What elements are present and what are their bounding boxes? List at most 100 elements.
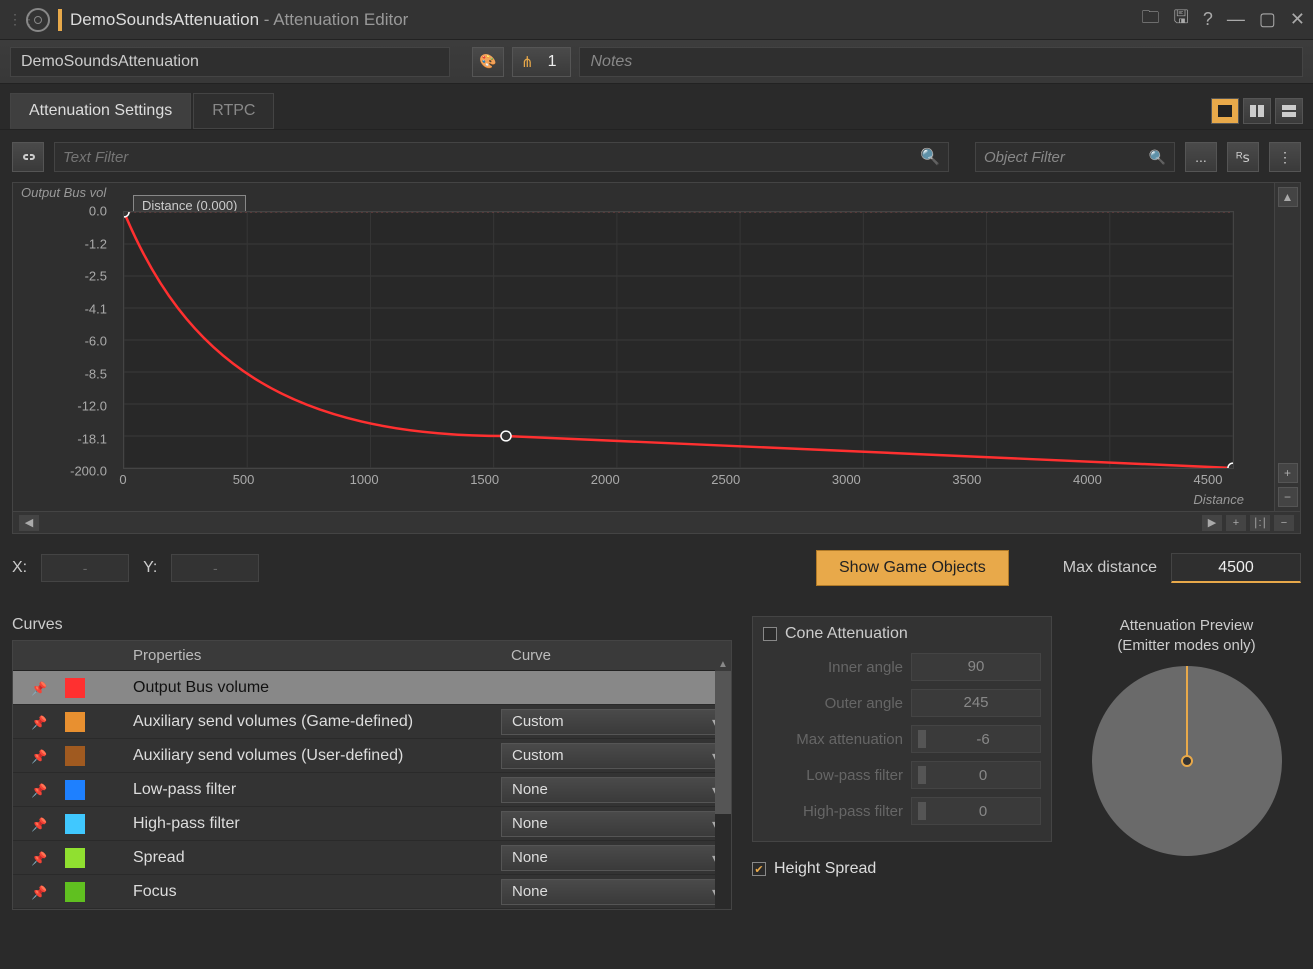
height-spread-checkbox[interactable] [752, 862, 766, 876]
reset-button[interactable]: ᴿꜱ [1227, 142, 1259, 172]
share-count: 1 [542, 53, 563, 71]
table-row[interactable]: 📌Low-pass filterNone [13, 773, 731, 807]
curve-select[interactable]: Custom [501, 709, 727, 735]
property-name: Spread [123, 849, 501, 867]
zoom-out-x-button[interactable]: − [1274, 515, 1294, 531]
table-row[interactable]: 📌Auxiliary send volumes (Game-defined)Cu… [13, 705, 731, 739]
y-tick-label: -2.5 [13, 269, 113, 284]
y-tick-label: -6.0 [13, 334, 113, 349]
notes-field[interactable]: Notes [579, 47, 1303, 77]
pin-icon[interactable]: 📌 [31, 783, 41, 797]
x-tick-label: 500 [233, 472, 255, 487]
table-row[interactable]: 📌 Auxiliary send volumes (User-defined)Cu… [13, 739, 731, 773]
table-row[interactable]: 📌FocusNone [13, 875, 731, 909]
cone-lpf-field[interactable]: 0 [911, 761, 1041, 789]
color-swatch[interactable] [65, 780, 85, 800]
cone-hpf-field[interactable]: 0 [911, 797, 1041, 825]
slider-thumb-icon[interactable] [918, 766, 926, 784]
maximize-icon[interactable]: ▢ [1259, 9, 1276, 30]
color-swatch[interactable] [65, 848, 85, 868]
object-name-field[interactable]: DemoSoundsAttenuation [10, 47, 450, 77]
color-swatch[interactable] [65, 712, 85, 732]
pin-icon[interactable]: 📌 [31, 681, 41, 695]
y-tick-label: 0.0 [13, 204, 113, 219]
color-swatch[interactable] [65, 882, 85, 902]
attenuation-preview-graphic [1087, 661, 1287, 861]
scroll-left-button[interactable]: ◀ [19, 515, 39, 531]
x-tick-label: 2500 [711, 472, 740, 487]
tab-attenuation-settings[interactable]: Attenuation Settings [10, 93, 191, 129]
object-filter[interactable]: Object Filter 🔍 [975, 142, 1175, 172]
search-icon[interactable]: 🔍 [920, 147, 940, 167]
plot-area[interactable] [123, 211, 1234, 469]
view-single-button[interactable] [1211, 98, 1239, 124]
fit-button[interactable]: ∣:∣ [1250, 515, 1270, 531]
view-split-h-button[interactable] [1275, 98, 1303, 124]
chart-sidebar: ▲ + − [1274, 183, 1300, 511]
pin-icon[interactable]: 📌 [31, 749, 41, 763]
x-coord-field[interactable]: - [41, 554, 129, 582]
max-attenuation-label: Max attenuation [763, 731, 903, 748]
table-row[interactable]: 📌High-pass filterNone [13, 807, 731, 841]
inner-angle-label: Inner angle [763, 659, 903, 676]
scroll-right-button[interactable]: ▶ [1202, 515, 1222, 531]
help-icon[interactable]: ? [1203, 9, 1213, 30]
pin-icon[interactable]: 📌 [31, 715, 41, 729]
color-swatch[interactable] [65, 746, 85, 766]
save-icon[interactable]: 🖫 [1174, 5, 1189, 35]
curve-select[interactable]: None [501, 879, 727, 905]
pin-icon[interactable]: 📌 [31, 851, 41, 865]
type-color-bar [58, 9, 62, 31]
table-row[interactable]: 📌 SpreadNone [13, 841, 731, 875]
palette-button[interactable]: 🎨 [472, 47, 504, 77]
zoom-out-y-button[interactable]: − [1278, 487, 1298, 507]
y-tick-label: -4.1 [13, 301, 113, 316]
zoom-in-y-button[interactable]: + [1278, 463, 1298, 483]
curves-table: Properties Curve 📌Output Bus volume📌Auxi… [12, 640, 732, 910]
table-row[interactable]: 📌Output Bus volume [13, 671, 731, 705]
view-split-v-button[interactable] [1243, 98, 1271, 124]
y-coord-label: Y: [143, 559, 157, 577]
y-coord-field[interactable]: - [171, 554, 259, 582]
minimize-icon[interactable]: — [1227, 9, 1245, 30]
link-button[interactable] [12, 142, 44, 172]
col-properties[interactable]: Properties [123, 647, 501, 664]
curves-scrollbar[interactable]: ▲ [715, 671, 731, 909]
col-curve[interactable]: Curve [501, 647, 731, 664]
cone-hpf-label: High-pass filter [763, 803, 903, 820]
cone-attenuation-checkbox[interactable] [763, 627, 777, 641]
pin-icon[interactable]: 📌 [31, 817, 41, 831]
search-icon[interactable]: 🔍 [1149, 149, 1166, 166]
x-tick-label: 0 [119, 472, 126, 487]
pin-icon[interactable]: 📌 [31, 885, 41, 899]
curve-select[interactable]: None [501, 845, 727, 871]
show-game-objects-button[interactable]: Show Game Objects [816, 550, 1009, 586]
curve-chart[interactable]: Output Bus vol Distance Distance (0.000)… [12, 182, 1301, 512]
tab-rtpc[interactable]: RTPC [193, 93, 274, 129]
zoom-in-x-button[interactable]: + [1226, 515, 1246, 531]
x-tick-label: 4000 [1073, 472, 1102, 487]
curve-select[interactable]: None [501, 811, 727, 837]
color-swatch[interactable] [65, 678, 85, 698]
folder-icon[interactable]: 🗀 [1142, 5, 1160, 35]
text-filter-input[interactable] [63, 149, 920, 166]
scrollbar-thumb[interactable] [715, 671, 731, 814]
outer-angle-field[interactable]: 245 [911, 689, 1041, 717]
slider-thumb-icon[interactable] [918, 730, 926, 748]
max-attenuation-field[interactable]: -6 [911, 725, 1041, 753]
y-tick-label: -200.0 [13, 464, 113, 479]
slider-thumb-icon[interactable] [918, 802, 926, 820]
browse-button[interactable]: ... [1185, 142, 1217, 172]
inner-angle-field[interactable]: 90 [911, 653, 1041, 681]
share-button[interactable]: ⋔ 1 [512, 47, 571, 77]
text-filter[interactable]: 🔍 [54, 142, 949, 172]
max-distance-field[interactable]: 4500 [1171, 553, 1301, 583]
curves-panel: Curves Properties Curve 📌Output Bus volu… [12, 616, 732, 910]
more-button[interactable]: ⋮ [1269, 142, 1301, 172]
curve-select[interactable]: None [501, 777, 727, 803]
curve-select[interactable]: Custom [501, 743, 727, 769]
close-icon[interactable]: ✕ [1290, 9, 1305, 30]
marker-up-icon[interactable]: ▲ [1278, 187, 1298, 207]
color-swatch[interactable] [65, 814, 85, 834]
property-name: Auxiliary send volumes (User-defined) [123, 747, 501, 765]
